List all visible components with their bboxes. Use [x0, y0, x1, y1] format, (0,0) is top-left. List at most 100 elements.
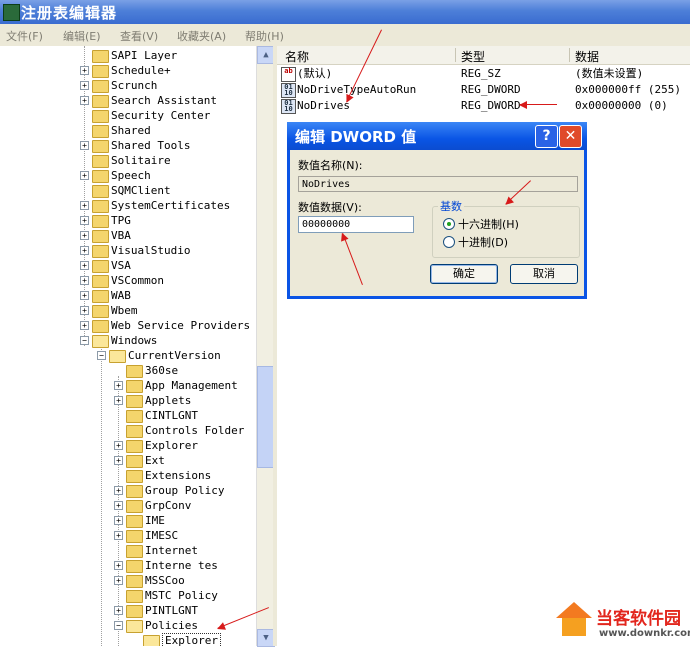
- expand-icon[interactable]: +: [114, 441, 123, 450]
- expand-icon[interactable]: +: [80, 171, 89, 180]
- expand-icon[interactable]: +: [80, 306, 89, 315]
- tree-item[interactable]: + SystemCertificates: [0, 198, 256, 213]
- value-row[interactable]: 01 10 NoDrives REG_DWORD 0x00000000 (0): [277, 98, 690, 114]
- value-type: REG_SZ: [461, 67, 501, 80]
- column-type[interactable]: 类型: [461, 48, 485, 65]
- expand-icon[interactable]: +: [114, 456, 123, 465]
- tree-item[interactable]: + Explorer: [0, 438, 256, 453]
- expand-icon[interactable]: +: [114, 381, 123, 390]
- expand-icon[interactable]: +: [80, 141, 89, 150]
- column-header: 名称 类型 数据: [277, 46, 690, 65]
- tree-item[interactable]: Solitaire: [0, 153, 256, 168]
- expand-icon[interactable]: +: [114, 561, 123, 570]
- decimal-radio[interactable]: [443, 236, 455, 248]
- expand-icon[interactable]: +: [114, 501, 123, 510]
- hex-radio-label[interactable]: 十六进制(H): [458, 216, 519, 232]
- column-data[interactable]: 数据: [575, 48, 599, 65]
- tree-item-label: Solitaire: [111, 154, 171, 167]
- tree-item[interactable]: + VisualStudio: [0, 243, 256, 258]
- tree-item[interactable]: + Shared Tools: [0, 138, 256, 153]
- expand-icon[interactable]: +: [114, 576, 123, 585]
- expand-icon[interactable]: +: [80, 246, 89, 255]
- menu-edit[interactable]: 编辑(E): [63, 28, 101, 44]
- expand-icon[interactable]: +: [80, 291, 89, 300]
- tree-scrollbar[interactable]: ▲ ▼: [256, 46, 275, 647]
- tree-item[interactable]: CINTLGNT: [0, 408, 256, 423]
- tree-item[interactable]: + Search Assistant: [0, 93, 256, 108]
- tree-item[interactable]: − Windows: [0, 333, 256, 348]
- expand-icon[interactable]: +: [114, 486, 123, 495]
- tree-item[interactable]: + VSCommon: [0, 273, 256, 288]
- menu-view[interactable]: 查看(V): [120, 28, 158, 44]
- folder-icon: [92, 110, 109, 123]
- tree-item[interactable]: + WAB: [0, 288, 256, 303]
- tree-item[interactable]: Shared: [0, 123, 256, 138]
- tree-item[interactable]: + Scrunch: [0, 78, 256, 93]
- tree-item-label: CurrentVersion: [128, 349, 221, 362]
- dword-value-icon: 01 10: [281, 83, 296, 98]
- expand-icon[interactable]: +: [80, 96, 89, 105]
- tree-item[interactable]: + App Management: [0, 378, 256, 393]
- tree-item[interactable]: − CurrentVersion: [0, 348, 256, 363]
- tree-item[interactable]: + GrpConv: [0, 498, 256, 513]
- tree-item[interactable]: + VSA: [0, 258, 256, 273]
- expand-icon[interactable]: +: [80, 261, 89, 270]
- tree-item[interactable]: Controls Folder: [0, 423, 256, 438]
- tree-item[interactable]: MSTC Policy: [0, 588, 256, 603]
- expand-icon[interactable]: +: [80, 231, 89, 240]
- tree-item[interactable]: Security Center: [0, 108, 256, 123]
- value-row[interactable]: ab (默认) REG_SZ (数值未设置): [277, 66, 690, 82]
- menu-favorites[interactable]: 收藏夹(A): [177, 28, 226, 44]
- collapse-icon[interactable]: −: [114, 621, 123, 630]
- tree-item[interactable]: SAPI Layer: [0, 48, 256, 63]
- tree-item[interactable]: SQMClient: [0, 183, 256, 198]
- expand-icon[interactable]: +: [80, 216, 89, 225]
- tree-item[interactable]: + Ext: [0, 453, 256, 468]
- tree-item[interactable]: + TPG: [0, 213, 256, 228]
- tree-item[interactable]: + VBA: [0, 228, 256, 243]
- dialog-title-bar[interactable]: 编辑 DWORD 值 ? ✕: [287, 122, 587, 150]
- expand-icon[interactable]: +: [80, 321, 89, 330]
- decimal-radio-label[interactable]: 十进制(D): [458, 234, 508, 250]
- tree-item[interactable]: + Applets: [0, 393, 256, 408]
- folder-icon: [126, 425, 143, 438]
- tree-item[interactable]: Explorer: [0, 633, 256, 646]
- tree-item[interactable]: + Wbem: [0, 303, 256, 318]
- tree-item[interactable]: + PINTLGNT: [0, 603, 256, 618]
- expand-icon[interactable]: +: [114, 606, 123, 615]
- tree-item[interactable]: Extensions: [0, 468, 256, 483]
- collapse-icon[interactable]: −: [80, 336, 89, 345]
- menu-help[interactable]: 帮助(H): [245, 28, 284, 44]
- value-row[interactable]: 01 10 NoDriveTypeAutoRun REG_DWORD 0x0000…: [277, 82, 690, 98]
- menu-file[interactable]: 文件(F): [6, 28, 43, 44]
- cancel-button[interactable]: 取消: [510, 264, 578, 284]
- tree-item[interactable]: + Interne tes: [0, 558, 256, 573]
- tree-item[interactable]: 360se: [0, 363, 256, 378]
- column-name[interactable]: 名称: [285, 48, 309, 65]
- hex-radio[interactable]: [443, 218, 455, 230]
- expand-icon[interactable]: +: [114, 531, 123, 540]
- tree-item-label: VBA: [111, 229, 131, 242]
- expand-icon[interactable]: +: [80, 276, 89, 285]
- tree-item[interactable]: + IMESC: [0, 528, 256, 543]
- tree-item[interactable]: + Speech: [0, 168, 256, 183]
- value-data-input[interactable]: 00000000: [298, 216, 414, 233]
- close-button[interactable]: ✕: [559, 125, 582, 148]
- tree-item[interactable]: + Web Service Providers: [0, 318, 256, 333]
- tree-item[interactable]: + Group Policy: [0, 483, 256, 498]
- tree-item[interactable]: Internet: [0, 543, 256, 558]
- tree-item[interactable]: + Schedule+: [0, 63, 256, 78]
- expand-icon[interactable]: +: [80, 201, 89, 210]
- collapse-icon[interactable]: −: [97, 351, 106, 360]
- folder-icon: [92, 230, 109, 243]
- expand-icon[interactable]: +: [80, 66, 89, 75]
- key-tree[interactable]: SAPI Layer + Schedule+ + Scrunch + Search Assi…: [0, 46, 256, 646]
- tree-item[interactable]: + MSSCoo: [0, 573, 256, 588]
- tree-item[interactable]: + IME: [0, 513, 256, 528]
- expand-icon[interactable]: +: [114, 516, 123, 525]
- expand-icon[interactable]: +: [80, 81, 89, 90]
- ok-button[interactable]: 确定: [430, 264, 498, 284]
- help-button[interactable]: ?: [535, 125, 558, 148]
- expand-icon[interactable]: +: [114, 396, 123, 405]
- tree-item-label: VSCommon: [111, 274, 164, 287]
